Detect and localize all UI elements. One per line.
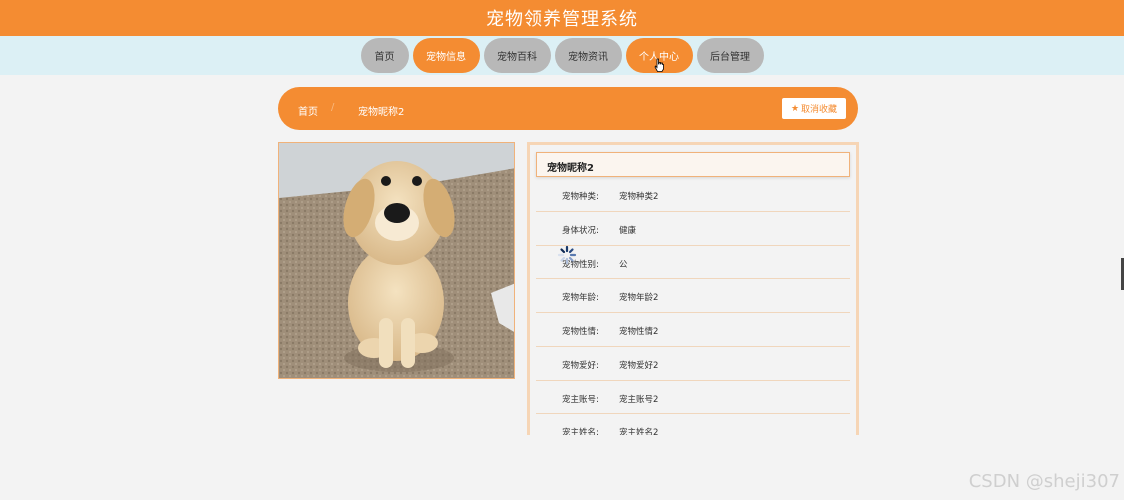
pet-photo: [278, 142, 515, 379]
star-icon: ★: [790, 103, 800, 114]
detail-label: 宠物年龄:: [562, 293, 599, 304]
detail-value: 宠物种类2: [619, 192, 659, 202]
detail-row: 宠物性别: 公: [536, 246, 850, 280]
detail-value: 宠物性情2: [619, 327, 659, 337]
detail-row: 宠物爱好: 宠物爱好2: [536, 347, 850, 381]
loading-spinner-icon: [557, 245, 577, 265]
detail-value: 公: [619, 259, 628, 270]
puppy-image: [279, 143, 514, 378]
pet-details-panel: 宠物昵称2 宠物种类: 宠物种类2 身体状况: 健康 宠物性别: 公 宠物年龄: 宠物年…: [527, 142, 859, 435]
nav-item-home[interactable]: 首页: [360, 38, 409, 73]
breadcrumb-separator: /: [331, 102, 335, 113]
pet-name-heading: 宠物昵称2: [536, 152, 850, 177]
detail-label: 宠主姓名:: [562, 428, 599, 435]
nav-item-pet-encyclopedia[interactable]: 宠物百科: [483, 38, 551, 73]
detail-label: 宠主账号:: [562, 394, 599, 405]
nav-item-label: 后台管理: [710, 52, 750, 63]
app-title: 宠物领养管理系统: [486, 9, 638, 30]
nav-item-admin[interactable]: 后台管理: [696, 38, 764, 73]
detail-row: 身体状况: 健康: [536, 212, 850, 246]
nav-item-label: 宠物信息: [426, 52, 466, 63]
hand-cursor-icon: [654, 58, 664, 72]
breadcrumb: 首页 / 宠物昵称2 ★ 取消收藏: [278, 87, 858, 130]
nav-item-pet-news[interactable]: 宠物资讯: [554, 38, 622, 73]
detail-row: 宠主姓名: 宠主姓名2: [536, 414, 850, 435]
detail-row: 宠物年龄: 宠物年龄2: [536, 279, 850, 313]
detail-value: 宠主账号2: [619, 394, 659, 405]
app-header: 宠物领养管理系统: [0, 0, 1124, 36]
nav-item-label: 宠物资讯: [568, 52, 608, 63]
breadcrumb-current: 宠物昵称2: [358, 107, 405, 118]
breadcrumb-home[interactable]: 首页: [298, 103, 318, 118]
detail-value: 宠物爱好2: [619, 360, 659, 371]
detail-label: 宠物种类:: [562, 192, 599, 202]
detail-label: 宠物性情:: [562, 327, 599, 337]
watermark: CSDN @sheji307: [968, 471, 1120, 492]
cancel-favorite-button[interactable]: ★ 取消收藏: [782, 98, 846, 119]
details-list: 宠物种类: 宠物种类2 身体状况: 健康 宠物性别: 公 宠物年龄: 宠物年龄2 宠物性…: [536, 178, 850, 435]
detail-row: 宠物种类: 宠物种类2: [536, 178, 850, 212]
detail-value: 宠物年龄2: [619, 293, 659, 304]
main-nav: 首页 宠物信息 宠物百科 宠物资讯 个人中心 后台管理: [0, 36, 1124, 75]
detail-value: 健康: [619, 225, 637, 236]
detail-value: 宠主姓名2: [619, 428, 659, 435]
detail-row: 宠物性情: 宠物性情2: [536, 313, 850, 347]
detail-label: 身体状况:: [562, 225, 599, 236]
detail-label: 宠物爱好:: [562, 360, 599, 371]
nav-item-label: 首页: [374, 52, 395, 63]
cancel-favorite-label: 取消收藏: [801, 105, 838, 115]
nav-item-label: 宠物百科: [497, 52, 537, 63]
nav-item-personal-center[interactable]: 个人中心: [625, 38, 693, 73]
nav-item-pet-info[interactable]: 宠物信息: [412, 38, 480, 73]
detail-row: 宠主账号: 宠主账号2: [536, 381, 850, 415]
